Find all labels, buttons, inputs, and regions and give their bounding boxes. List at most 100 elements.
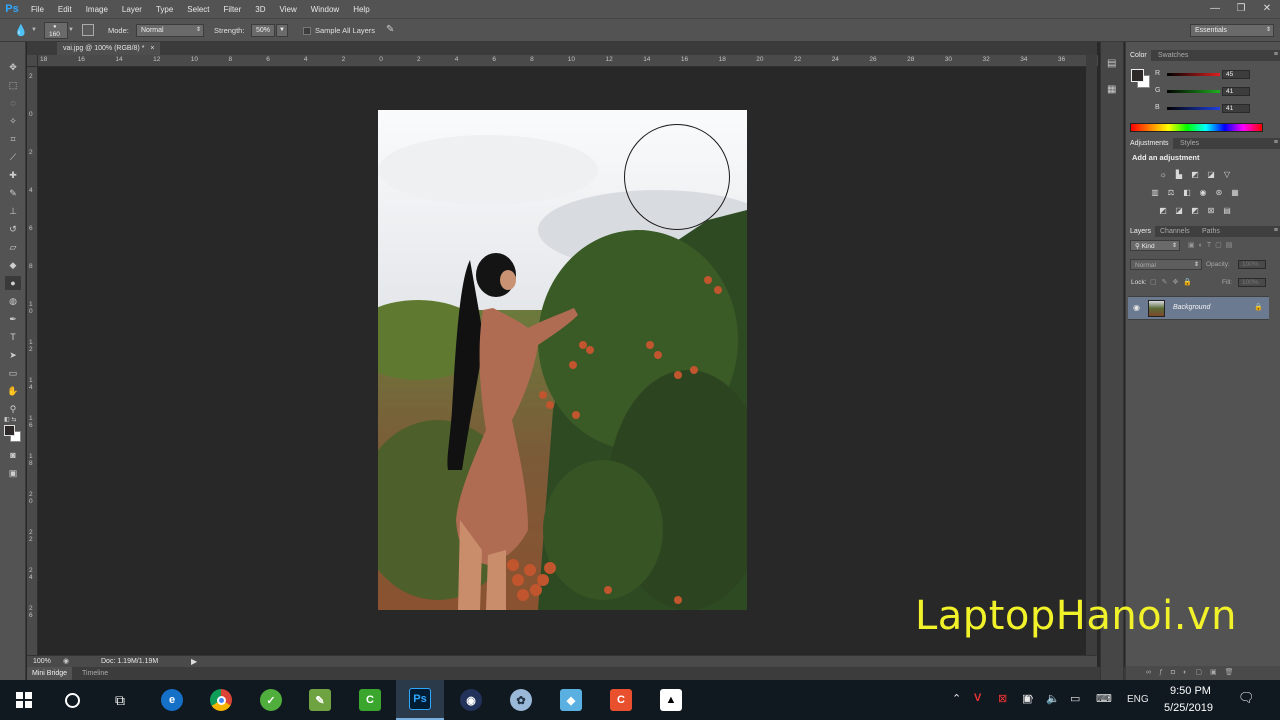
channel-b-value[interactable]: 41 (1222, 104, 1250, 113)
quick-mask-icon[interactable]: ◙ (5, 448, 21, 462)
history-brush-tool-icon[interactable]: ↺ (5, 222, 21, 236)
sample-all-layers-checkbox[interactable] (303, 27, 311, 35)
curves-icon[interactable]: ◩ (1190, 170, 1200, 179)
zoom-level[interactable]: 100% (33, 658, 51, 665)
menu-type[interactable]: Type (149, 5, 180, 14)
filter-icons[interactable]: ▣◐T▢▤ (1188, 241, 1236, 249)
photo-filter-icon[interactable]: ◉ (1198, 188, 1208, 197)
menu-3d[interactable]: 3D (248, 5, 272, 14)
brush-tool-icon[interactable]: ✎ (5, 186, 21, 200)
keyboard-icon[interactable]: ⌨ (1096, 692, 1112, 705)
channel-r-slider[interactable] (1167, 73, 1220, 76)
tab-mini-bridge[interactable]: Mini Bridge (27, 667, 73, 680)
blur-tool-icon[interactable]: 💧 (14, 24, 28, 37)
photos-app[interactable]: ▲ (647, 680, 695, 720)
status-menu-arrow-icon[interactable]: ▶ (191, 657, 197, 666)
wifi-icon[interactable]: ◠ (1024, 692, 1034, 705)
color-balance-icon[interactable]: ⚖ (1166, 188, 1176, 197)
hue-saturation-icon[interactable]: ▥ (1150, 188, 1160, 197)
exposure-icon[interactable]: ◪ (1206, 170, 1216, 179)
channel-b-slider[interactable] (1167, 107, 1220, 110)
minimize-button[interactable]: — (1202, 0, 1228, 18)
blur-tool-icon[interactable]: ● (5, 276, 21, 290)
lock-icons[interactable]: ▢✎✥🔒 (1150, 278, 1197, 286)
tray-chevron-icon[interactable]: ⌃ (952, 692, 961, 705)
channel-r-value[interactable]: 45 (1222, 70, 1250, 79)
tab-paths[interactable]: Paths (1198, 226, 1224, 237)
history-panel-icon[interactable]: ▤ (1107, 58, 1116, 69)
gradient-tool-icon[interactable]: ◆ (5, 258, 21, 272)
inspector-app[interactable]: ◆ (547, 680, 595, 720)
close-window-button[interactable]: ✕ (1254, 0, 1280, 18)
task-view-button[interactable]: ⧉ (96, 680, 144, 720)
panel-menu-icon[interactable]: ≡ (1274, 139, 1278, 146)
strength-field[interactable]: 50% (251, 24, 275, 37)
tab-adjustments[interactable]: Adjustments (1126, 138, 1173, 149)
edge-app[interactable]: e (148, 680, 196, 720)
brightness-icon[interactable]: ☼ (1158, 170, 1168, 179)
search-button[interactable] (48, 680, 96, 720)
chrome-app[interactable] (197, 680, 245, 720)
tab-channels[interactable]: Channels (1156, 226, 1194, 237)
properties-panel-icon[interactable]: ▦ (1107, 84, 1116, 95)
start-button[interactable] (0, 680, 48, 720)
layer-name[interactable]: Background (1173, 304, 1210, 311)
tab-swatches[interactable]: Swatches (1154, 50, 1192, 61)
vertical-scrollbar[interactable] (1086, 55, 1097, 655)
clean-master-app[interactable]: ✓ (247, 680, 295, 720)
eyedropper-tool-icon[interactable]: ⟋ (5, 150, 21, 164)
menu-help[interactable]: Help (346, 5, 376, 14)
workspace-select[interactable]: Essentials ⇕ (1190, 24, 1274, 37)
tab-layers[interactable]: Layers (1126, 226, 1156, 237)
layer-action-icons[interactable]: ∞ƒ◘◐▢▣🗑 (1146, 668, 1241, 676)
channel-g-slider[interactable] (1167, 90, 1220, 93)
tool-preset-arrow-icon[interactable]: ▼ (31, 27, 37, 33)
paint3d-app[interactable]: ✿ (497, 680, 545, 720)
quick-select-tool-icon[interactable]: ✧ (5, 114, 21, 128)
battery-icon[interactable]: ▭ (1070, 692, 1080, 705)
volume-icon[interactable]: 🔈 (1046, 692, 1060, 705)
eye-visibility-icon[interactable]: ◉ (1133, 303, 1140, 312)
panel-menu-icon[interactable]: ≡ (1274, 227, 1278, 234)
lasso-tool-icon[interactable]: ◌ (5, 96, 21, 110)
gradient-map-icon[interactable]: ▤ (1222, 206, 1232, 215)
status-gear-icon[interactable]: ◉ (63, 657, 69, 665)
mode-select[interactable]: Normal ⇕ (136, 24, 204, 37)
notifications-icon[interactable]: 🗨 (1238, 690, 1255, 706)
menu-window[interactable]: Window (304, 5, 346, 14)
type-tool-icon[interactable]: T (5, 330, 21, 344)
pressure-pen-icon[interactable]: ✎ (386, 24, 394, 35)
menu-filter[interactable]: Filter (217, 5, 249, 14)
webcam-app[interactable]: ◉ (447, 680, 495, 720)
channel-g-value[interactable]: 41 (1222, 87, 1250, 96)
hand-tool-icon[interactable]: ✋ (5, 384, 21, 398)
notepad-app[interactable]: ✎ (296, 680, 344, 720)
menu-view[interactable]: View (273, 5, 304, 14)
crop-tool-icon[interactable]: ⌗ (5, 132, 21, 146)
strength-dropdown[interactable]: ▼ (276, 24, 288, 37)
menu-file[interactable]: File (24, 5, 51, 14)
zoom-tool-icon[interactable]: ⚲ (5, 402, 21, 416)
layer-row[interactable]: ◉ Background 🔒 (1128, 296, 1269, 320)
layer-filter-kind[interactable]: ⚲ Kind ⇕ (1130, 240, 1180, 251)
color-lookup-icon[interactable]: ▦ (1230, 188, 1240, 197)
blend-mode-select[interactable]: Normal ⇕ (1130, 259, 1202, 270)
language-indicator[interactable]: ENG (1127, 694, 1149, 705)
selective-color-icon[interactable]: ⊠ (1206, 206, 1216, 215)
invert-icon[interactable]: ◩ (1158, 206, 1168, 215)
tab-styles[interactable]: Styles (1176, 138, 1203, 149)
threshold-icon[interactable]: ◩ (1190, 206, 1200, 215)
rectangle-tool-icon[interactable]: ▭ (5, 366, 21, 380)
path-select-tool-icon[interactable]: ➤ (5, 348, 21, 362)
document-tab[interactable]: vai.jpg @ 100% (RGB/8) * × (57, 42, 161, 55)
healing-brush-tool-icon[interactable]: ✚ (5, 168, 21, 182)
black-white-icon[interactable]: ◧ (1182, 188, 1192, 197)
clock-time[interactable]: 9:50 PM (1170, 685, 1211, 697)
posterize-icon[interactable]: ◪ (1174, 206, 1184, 215)
screen-mode-icon[interactable]: ▣ (5, 466, 21, 480)
marquee-tool-icon[interactable]: ⬚ (5, 78, 21, 92)
color-spectrum-bar[interactable] (1130, 123, 1263, 132)
menu-select[interactable]: Select (180, 5, 216, 14)
dodge-tool-icon[interactable]: ◍ (5, 294, 21, 308)
tray-vpn-icon[interactable]: V (974, 692, 981, 704)
